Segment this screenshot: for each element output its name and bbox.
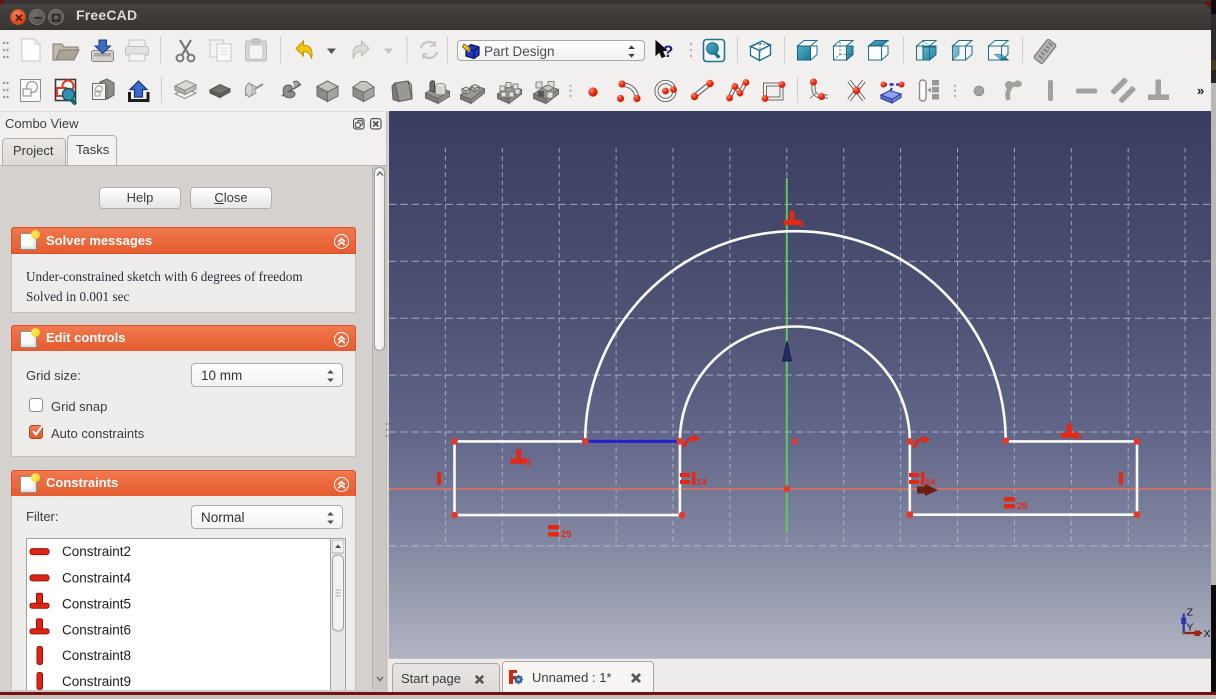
svg-text:Z: Z — [1187, 607, 1194, 619]
svg-text:25: 25 — [1017, 501, 1028, 512]
svg-text:Constraint8: Constraint8 — [62, 648, 131, 663]
svg-text:»: » — [1197, 83, 1204, 98]
svg-text:Constraint6: Constraint6 — [62, 622, 131, 637]
svg-text:Constraint2: Constraint2 — [62, 544, 131, 559]
svg-text:5: 5 — [526, 457, 532, 468]
svg-text:Constraint9: Constraint9 — [62, 674, 131, 689]
svg-text:25: 25 — [561, 529, 572, 540]
svg-text:?: ? — [663, 42, 673, 61]
svg-text:Constraint5: Constraint5 — [62, 597, 131, 612]
svg-text:X: X — [1204, 628, 1211, 640]
svg-text:14: 14 — [696, 477, 707, 488]
svg-text:Y: Y — [1187, 622, 1194, 634]
svg-text:6: 6 — [1077, 432, 1082, 443]
svg-text:6: 6 — [799, 219, 804, 230]
svg-text:Constraint4: Constraint4 — [62, 570, 132, 585]
